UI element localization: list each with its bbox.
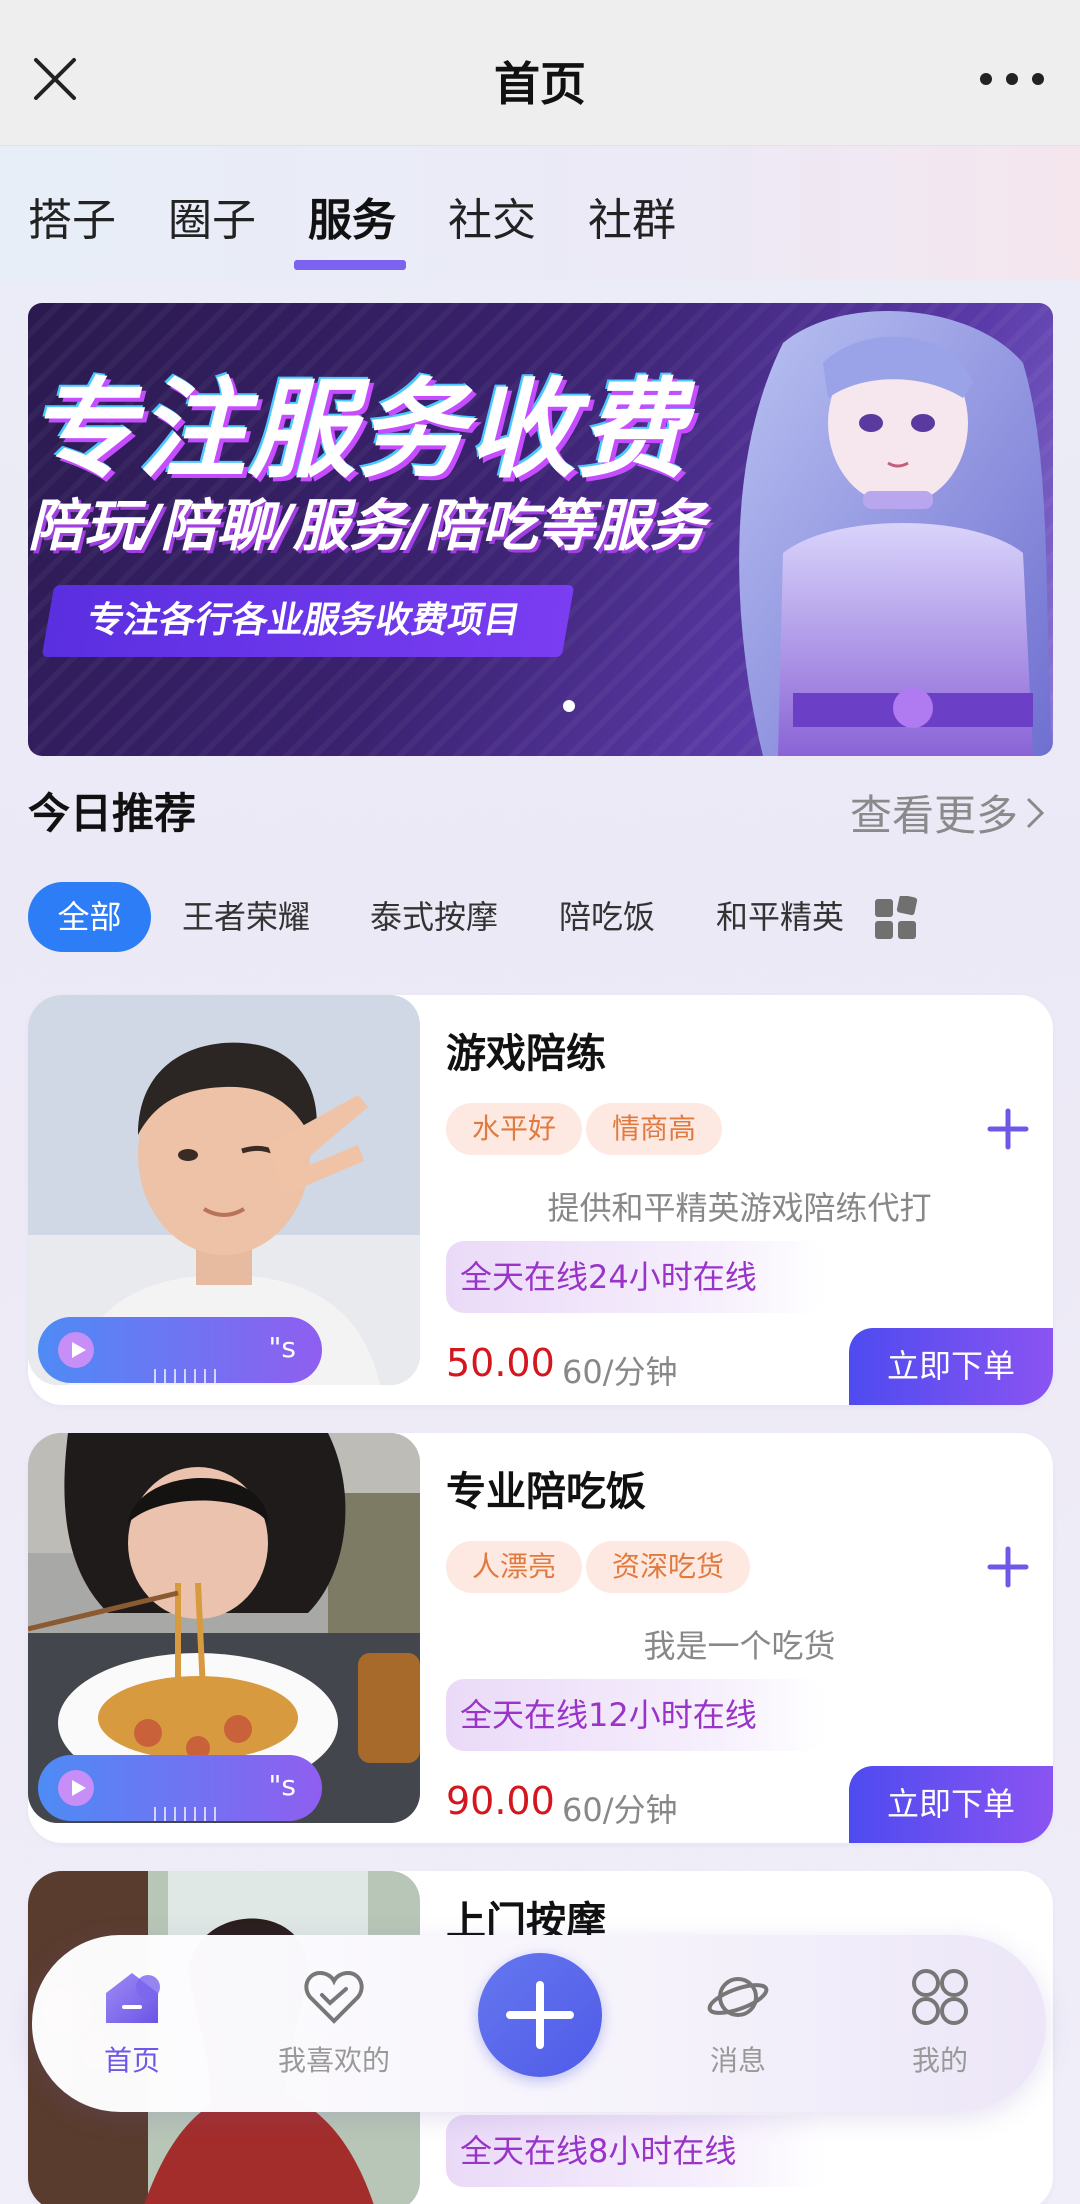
page-title: 首页 <box>494 57 586 111</box>
category-tabs: 搭子 圈子 服务 社交 社群 <box>0 146 1080 280</box>
play-icon[interactable] <box>58 1332 94 1368</box>
tab-shequn[interactable]: 社群 <box>588 184 676 248</box>
anime-character-illustration <box>739 310 1053 756</box>
service-description: 提供和平精英游戏陪练代打 <box>547 1189 932 1227</box>
planet-icon <box>707 1977 769 2017</box>
see-more-label: 查看更多 <box>849 791 1018 840</box>
voice-intro-player[interactable]: "s <box>38 1317 322 1383</box>
voice-intro-player[interactable]: "s <box>38 1755 322 1821</box>
banner-subline: 陪玩/陪聊/服务/陪吃等服务 <box>28 494 706 559</box>
nav-messages-label: 消息 <box>709 2044 766 2077</box>
waveform-icon <box>154 1807 224 1821</box>
tab-shejiao[interactable]: 社交 <box>448 184 536 248</box>
service-title: 游戏陪练 <box>446 1031 606 1077</box>
nav-home[interactable]: 首页 <box>62 1965 202 2079</box>
promo-banner[interactable]: 专注服务收费 陪玩/陪聊/服务/陪吃等服务 专注各行各业服务收费项目 <box>28 303 1053 756</box>
service-tag: 人漂亮 <box>446 1541 583 1593</box>
nav-profile-label: 我的 <box>911 2044 968 2077</box>
order-now-button[interactable]: 立即下单 <box>849 1328 1053 1405</box>
service-card[interactable]: "s 专业陪吃饭 人漂亮 资深吃货 我是一个吃货 全天在线12小时在线 90.0… <box>28 1433 1053 1843</box>
nav-messages[interactable]: 消息 <box>668 1965 808 2079</box>
online-hours: 全天在线8小时在线 <box>446 2115 826 2187</box>
grid-icon <box>912 1969 968 2025</box>
bottom-navigation: 首页 我喜欢的 消息 我的 <box>32 1935 1046 2112</box>
section-title: 今日推荐 <box>28 789 197 838</box>
online-hours: 全天在线12小时在线 <box>446 1679 826 1751</box>
banner-headline: 专注服务收费 <box>28 368 689 493</box>
service-price: 50.00 <box>446 1341 555 1385</box>
online-hours: 全天在线24小时在线 <box>446 1241 826 1313</box>
nav-favorites-label: 我喜欢的 <box>277 2044 390 2077</box>
service-tag: 情商高 <box>586 1103 723 1155</box>
title-bar: 首页 <box>0 0 1080 146</box>
home-icon <box>106 1973 160 2023</box>
tab-quanzi[interactable]: 圈子 <box>168 184 256 248</box>
play-icon[interactable] <box>58 1770 94 1806</box>
chevron-right-icon <box>1026 797 1045 828</box>
chip-wangzhe[interactable]: 王者荣耀 <box>182 882 310 952</box>
more-dots-icon[interactable] <box>980 64 1044 94</box>
voice-duration: "s <box>268 1769 296 1802</box>
nav-profile[interactable]: 我的 <box>870 1965 1010 2079</box>
service-description: 我是一个吃货 <box>643 1627 836 1665</box>
waveform-icon <box>154 1369 224 1383</box>
chip-dinner-companion[interactable]: 陪吃饭 <box>559 882 655 952</box>
price-unit: 60/分钟 <box>562 1791 678 1829</box>
voice-duration: "s <box>268 1331 296 1364</box>
price-unit: 60/分钟 <box>562 1353 678 1391</box>
filter-chips: 全部 王者荣耀 泰式按摩 陪吃饭 和平精英 <box>28 882 1068 952</box>
see-more-link[interactable]: 查看更多 <box>850 782 1046 843</box>
service-tag: 资深吃货 <box>586 1541 751 1593</box>
service-price: 90.00 <box>446 1779 555 1823</box>
chip-thai-massage[interactable]: 泰式按摩 <box>370 882 498 952</box>
category-grid-icon[interactable] <box>874 896 918 940</box>
nav-favorites[interactable]: 我喜欢的 <box>264 1965 404 2079</box>
banner-tag: 专注各行各业服务收费项目 <box>41 585 575 657</box>
active-tab-indicator <box>294 260 406 270</box>
plus-icon <box>506 1981 574 2049</box>
chip-heping[interactable]: 和平精英 <box>716 882 844 952</box>
service-title: 专业陪吃饭 <box>446 1469 646 1515</box>
add-icon[interactable] <box>984 1543 1032 1591</box>
tab-fuwu[interactable]: 服务 <box>308 184 396 248</box>
publish-button[interactable] <box>478 1953 602 2077</box>
service-card[interactable]: "s 游戏陪练 水平好 情商高 提供和平精英游戏陪练代打 全天在线24小时在线 … <box>28 995 1053 1405</box>
banner-page-indicator <box>563 700 575 712</box>
heart-icon <box>304 1970 364 2024</box>
nav-home-label: 首页 <box>103 2044 160 2077</box>
order-now-button[interactable]: 立即下单 <box>849 1766 1053 1843</box>
chip-all[interactable]: 全部 <box>28 882 151 952</box>
add-icon[interactable] <box>984 1105 1032 1153</box>
tab-dazi[interactable]: 搭子 <box>28 184 116 248</box>
service-tag: 水平好 <box>446 1103 583 1155</box>
